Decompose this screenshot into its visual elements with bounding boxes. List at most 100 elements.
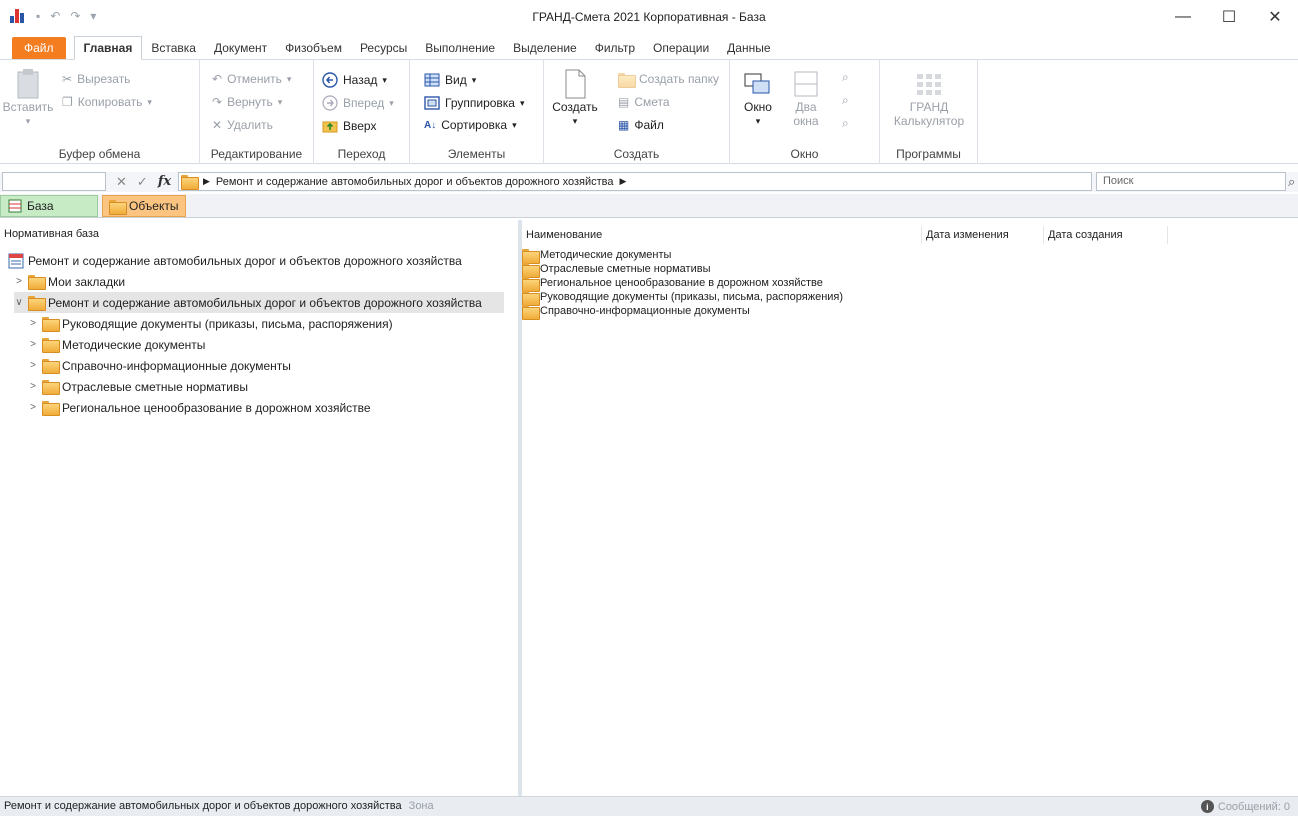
tab-resources[interactable]: Ресурсы [351, 37, 416, 59]
arrow-right-icon [322, 95, 338, 111]
folder-icon [28, 275, 46, 290]
list-item[interactable]: Справочно-информационные документы [522, 304, 750, 320]
folder-icon [28, 296, 46, 311]
group-editing: ↶ Отменить ▾ ↷ Вернуть ▾ ✕ Удалить Редактиров… [200, 60, 314, 164]
check-icon[interactable]: ✓ [137, 174, 148, 190]
window-title: ГРАНД-Смета 2021 Корпоративная - База [532, 10, 766, 24]
group-create: Создать ▾ Создать папку ▤ Смета ▦ Файл Соз… [544, 60, 730, 164]
tab-file[interactable]: Файл [12, 37, 66, 59]
tree-item-bookmarks[interactable]: > Мои закладки [14, 271, 125, 292]
path-breadcrumb[interactable]: ▶ Ремонт и содержание автомобильных доро… [178, 172, 1092, 191]
maximize-button[interactable]: ☐ [1206, 0, 1252, 34]
fx-icon[interactable]: fx [158, 174, 171, 190]
tree-item-reference-docs[interactable]: > Справочно-информационные документы [28, 355, 291, 376]
messages-indicator[interactable]: i Сообщений: 0 [1200, 800, 1290, 813]
tree-item-methodical-docs[interactable]: > Методические документы [28, 334, 205, 355]
tab-document[interactable]: Документ [205, 37, 276, 59]
breadcrumb-item[interactable]: Ремонт и содержание автомобильных дорог … [216, 176, 614, 188]
grouping-icon [424, 96, 440, 110]
file-icon: ▦ [618, 118, 630, 132]
tab-volume[interactable]: Физобъем [276, 37, 351, 59]
tab-insert[interactable]: Вставка [142, 37, 205, 59]
ribbon-tabs: Файл Главная Вставка Документ Физобъем Р… [0, 34, 1298, 60]
window-tool-3[interactable]: ⌕ [842, 116, 849, 131]
tree-item-industry-norms[interactable]: > Отраслевые сметные нормативы [28, 376, 248, 397]
folder-icon [42, 338, 60, 353]
window-tool-1[interactable]: ⌕ [842, 70, 849, 85]
scissors-icon: ✂ [62, 72, 73, 86]
redo-button[interactable]: ↷ Вернуть ▾ [212, 95, 282, 109]
group-label-navigation: Переход [337, 147, 386, 161]
search-input[interactable]: Поиск [1096, 172, 1286, 191]
breadcrumb-arrow-icon[interactable]: ▶ [620, 176, 627, 187]
sort-az-icon: A↓ [424, 119, 437, 131]
cut-button[interactable]: ✂ Вырезать [62, 72, 130, 86]
paste-button[interactable]: Вставить ▾ [3, 68, 53, 128]
tab-execution[interactable]: Выполнение [416, 37, 504, 59]
chevron-right-icon[interactable]: > [14, 276, 24, 287]
chevron-right-icon[interactable]: > [28, 381, 38, 392]
forward-button[interactable]: Вперед ▾ [322, 95, 394, 111]
window-icon [744, 73, 770, 94]
tab-operations[interactable]: Операции [644, 37, 718, 59]
window-button[interactable]: Окно ▾ [738, 68, 778, 128]
grouping-button[interactable]: Группировка ▾ [424, 95, 525, 111]
sorting-button[interactable]: A↓ Сортировка ▾ [424, 118, 517, 132]
tree-item-guiding-docs[interactable]: > Руководящие документы (приказы, письма… [28, 313, 393, 334]
tab-selection[interactable]: Выделение [504, 37, 586, 59]
column-header-created[interactable]: Дата создания [1044, 226, 1168, 244]
undo-button[interactable]: ↶ Отменить ▾ [212, 72, 291, 86]
new-document-icon [565, 69, 586, 99]
group-label-clipboard: Буфер обмена [58, 147, 141, 161]
status-bar: Ремонт и содержание автомобильных дорог … [0, 796, 1298, 816]
pin-icon: ⌕ [842, 70, 849, 84]
back-button[interactable]: Назад ▾ [322, 72, 387, 88]
group-label-create: Создать [613, 147, 660, 161]
chevron-right-icon[interactable]: > [28, 318, 38, 329]
name-box[interactable] [2, 172, 106, 191]
new-file-button[interactable]: ▦ Файл [618, 118, 664, 132]
list-item[interactable]: Отраслевые сметные нормативы [522, 262, 710, 278]
tab-objects[interactable]: Объекты [102, 195, 186, 217]
delete-button[interactable]: ✕ Удалить [212, 118, 273, 132]
tree-item-regional-pricing[interactable]: > Региональное ценообразование в дорожно… [28, 397, 371, 418]
chevron-right-icon[interactable]: > [28, 339, 38, 350]
two-windows-button[interactable]: Два окна [786, 68, 826, 128]
new-folder-button[interactable]: Создать папку [618, 72, 719, 88]
grand-calculator-button[interactable]: ГРАНД Калькулятор [888, 68, 970, 128]
tab-filter[interactable]: Фильтр [586, 37, 644, 59]
calculator-icon [917, 74, 941, 95]
list-item[interactable]: Руководящие документы (приказы, письма, … [522, 290, 843, 306]
group-label-programs: Программы [896, 147, 961, 161]
group-elements: Вид ▾ Группировка ▾ A↓ Сортировка ▾ Элемент… [410, 60, 544, 164]
chevron-down-icon[interactable]: ∨ [14, 297, 24, 308]
view-grid-icon [424, 73, 440, 87]
minimize-button[interactable]: — [1160, 0, 1206, 34]
list-item[interactable]: Методические документы [522, 248, 671, 264]
group-label-elements: Элементы [447, 147, 506, 161]
base-icon [8, 199, 22, 213]
column-header-name[interactable]: Наименование [522, 226, 922, 244]
tab-base[interactable]: База [0, 195, 98, 217]
chevron-right-icon[interactable]: > [28, 360, 38, 371]
search-icon[interactable]: ⌕ [1288, 174, 1295, 190]
window-tool-2[interactable]: ⌕ [842, 93, 849, 108]
tree-item-root-database[interactable]: Ремонт и содержание автомобильных дорог … [8, 250, 462, 271]
list-item[interactable]: Региональное ценообразование в дорожном … [522, 276, 823, 292]
breadcrumb-arrow-icon[interactable]: ▶ [203, 176, 210, 187]
ribbon: Вставить ▾ ✂ Вырезать ❐ Копировать ▾ Буфер … [0, 60, 1298, 164]
copy-button[interactable]: ❐ Копировать ▾ [62, 95, 152, 109]
close-button[interactable]: ✕ [1252, 0, 1298, 34]
document-tabs: База Объекты [0, 194, 1298, 218]
column-header-modified[interactable]: Дата изменения [922, 226, 1044, 244]
new-estimate-button[interactable]: ▤ Смета [618, 95, 670, 109]
tab-home[interactable]: Главная [73, 36, 143, 60]
create-button[interactable]: Создать ▾ [552, 68, 598, 128]
cancel-icon[interactable]: ✕ [116, 174, 127, 190]
up-button[interactable]: Вверх [322, 118, 376, 134]
tab-data[interactable]: Данные [718, 37, 779, 59]
view-button[interactable]: Вид ▾ [424, 72, 476, 88]
chevron-right-icon[interactable]: > [28, 402, 38, 413]
tree-item-road-maintenance[interactable]: ∨ Ремонт и содержание автомобильных доро… [14, 292, 504, 313]
folder-icon [522, 276, 540, 292]
